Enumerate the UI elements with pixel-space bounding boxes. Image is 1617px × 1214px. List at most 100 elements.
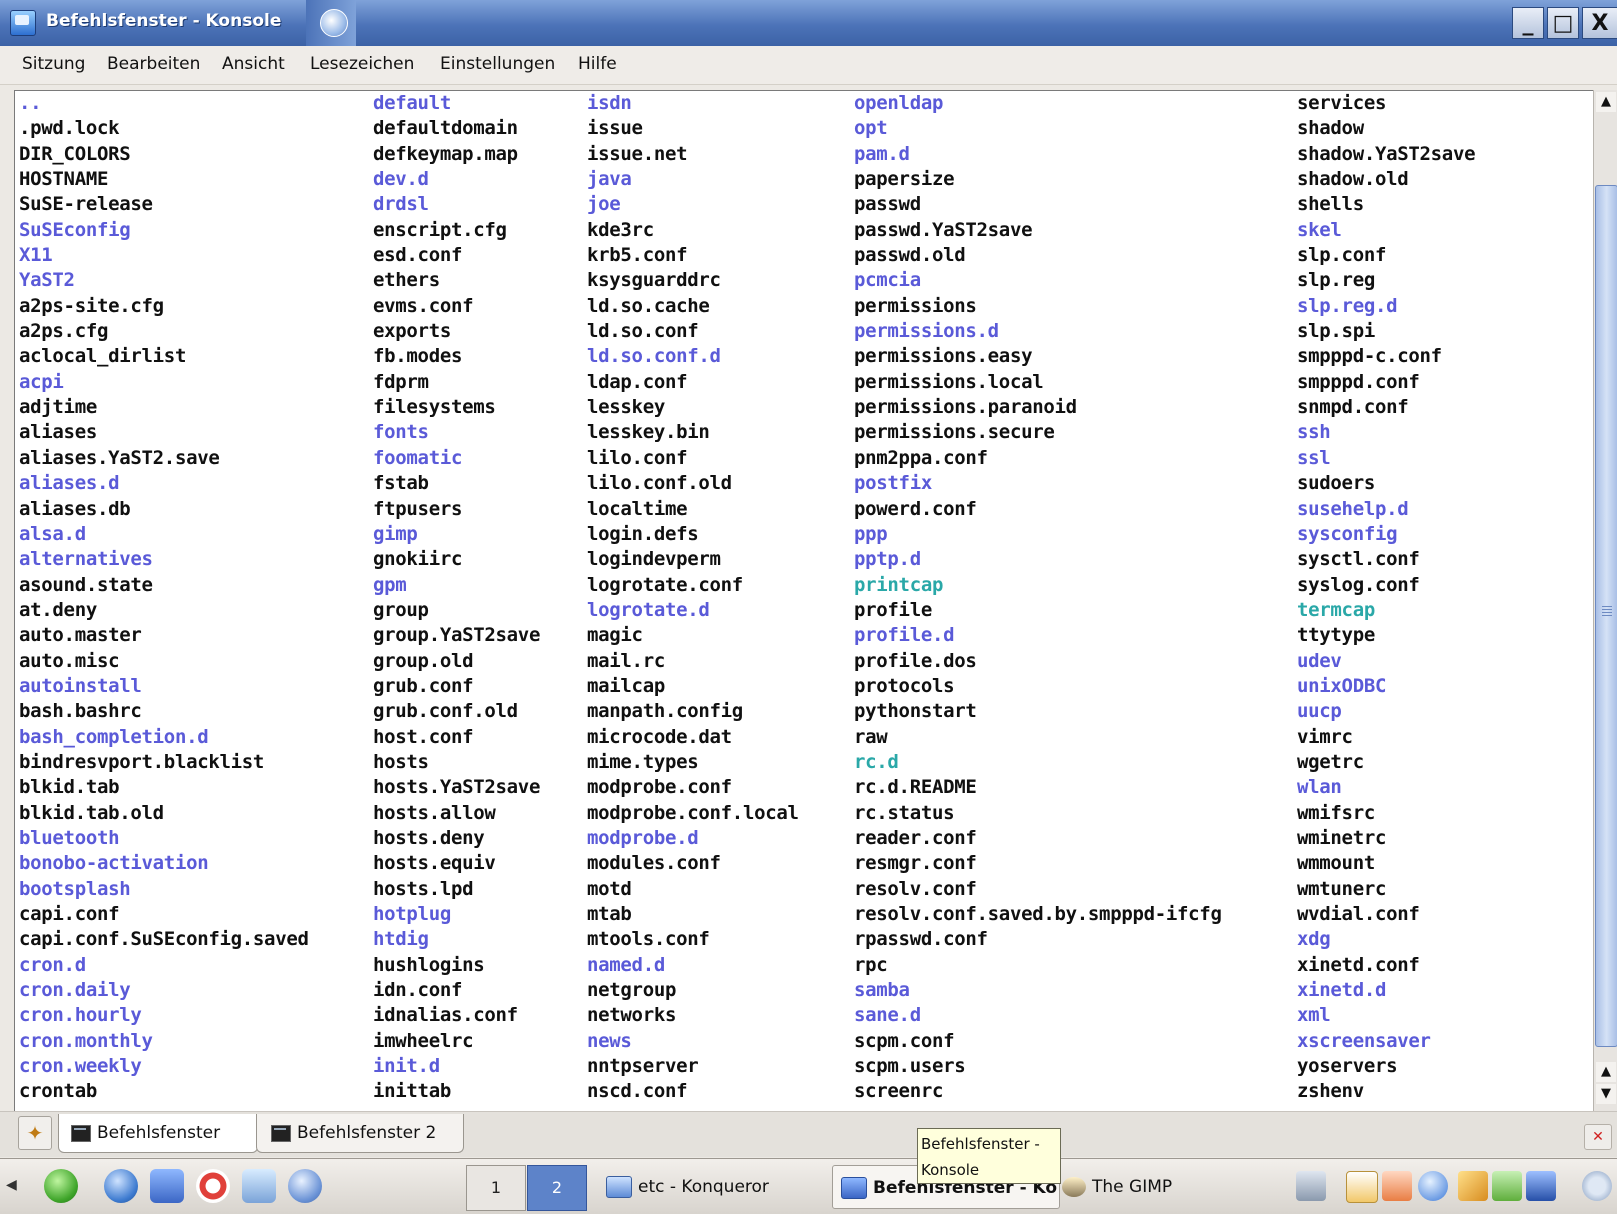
menu-sitzung[interactable]: Sitzung (22, 54, 85, 74)
file-entry: login.defs (587, 522, 699, 545)
file-entry: evms.conf (373, 294, 474, 317)
desktop-2-button[interactable]: 2 (527, 1165, 587, 1211)
file-entry: slp.reg (1297, 269, 1375, 292)
file-entry: pptp.d (854, 548, 921, 571)
file-entry: mtab (587, 903, 632, 925)
file-entry: xml (1297, 1004, 1331, 1027)
file-entry: ssl (1297, 446, 1331, 469)
file-entry: samba (854, 979, 910, 1002)
plug-tray-icon[interactable] (1458, 1171, 1488, 1201)
file-entry: bash.bashrc (19, 700, 142, 723)
home-folder-icon[interactable] (104, 1169, 138, 1203)
minimize-button[interactable]: _ (1512, 7, 1544, 39)
file-entry: auto.master (19, 624, 142, 647)
terminal-output[interactable]: .. .pwd.lock DIR_COLORS HOSTNAME SuSE-releas… (14, 90, 1594, 1112)
clipboard-tray-icon[interactable] (1296, 1171, 1326, 1201)
file-entry: rc.status (854, 801, 955, 824)
scroll-up-arrow-icon[interactable]: ▲ (1596, 92, 1616, 112)
file-entry: uucp (1297, 700, 1342, 723)
file-entry: hosts.lpd (373, 877, 474, 900)
file-entry: scpm.users (854, 1055, 966, 1078)
scroll-up-arrow-lower-icon[interactable]: ▲ (1596, 1062, 1616, 1082)
file-entry: grub.conf (373, 674, 474, 697)
terminal-scrollbar[interactable]: ▲ ▲ ▼ (1593, 90, 1617, 1111)
file-entry: foomatic (373, 446, 463, 469)
file-entry: xdg (1297, 928, 1331, 951)
tab-befehlsfenster[interactable]: Befehlsfenster (58, 1114, 258, 1153)
file-entry: logindevperm (587, 548, 721, 571)
monitor-tray-icon[interactable] (1492, 1171, 1522, 1201)
menu-bearbeiten[interactable]: Bearbeiten (107, 54, 200, 74)
file-entry: profile (854, 598, 932, 621)
help-icon[interactable] (196, 1169, 230, 1203)
file-entry: cron.hourly (19, 1004, 142, 1027)
file-entry: sysconfig (1297, 522, 1398, 545)
konqueror-icon[interactable] (288, 1169, 322, 1203)
scrollbar-thumb[interactable] (1595, 185, 1617, 1047)
file-entry: htdig (373, 928, 429, 951)
file-entry: xinetd.d (1297, 979, 1387, 1002)
file-entry: motd (587, 877, 632, 900)
file-entry: alternatives (19, 548, 153, 571)
file-entry: ssh (1297, 421, 1331, 444)
file-entry: xinetd.conf (1297, 953, 1420, 976)
task-label: The GIMP (1092, 1177, 1173, 1197)
task-konqueror[interactable]: etc - Konqueror (606, 1165, 816, 1209)
file-entry: cron.monthly (19, 1029, 153, 1052)
menu-einstellungen[interactable]: Einstellungen (440, 54, 555, 74)
file-entry: hosts (373, 750, 429, 773)
file-entry: alsa.d (19, 522, 86, 545)
maximize-button[interactable]: □ (1547, 7, 1579, 39)
file-entry: esd.conf (373, 244, 463, 267)
file-entry: cron.daily (19, 979, 131, 1002)
file-entry: fstab (373, 472, 429, 495)
file-entry: termcap (1297, 598, 1375, 621)
file-entry: pcmcia (854, 269, 921, 292)
scroll-down-arrow-icon[interactable]: ▼ (1596, 1084, 1616, 1104)
tab-befehlsfenster-2[interactable]: Befehlsfenster 2 (256, 1114, 464, 1153)
file-entry: permissions.secure (854, 421, 1055, 444)
kmail-icon[interactable] (242, 1169, 276, 1203)
file-entry: rc.d (854, 750, 899, 773)
file-entry: openldap (854, 92, 944, 114)
file-entry: init.d (373, 1055, 440, 1078)
file-entry: passwd.old (854, 244, 966, 267)
file-entry: hosts.deny (373, 826, 485, 849)
konsole-launcher-icon[interactable] (150, 1169, 184, 1203)
menu-ansicht[interactable]: Ansicht (222, 54, 285, 74)
panel-hide-arrow-icon[interactable]: ◀ (6, 1177, 17, 1193)
file-entry: capi.conf.SuSEconfig.saved (19, 928, 309, 951)
file-entry: ld.so.conf (587, 320, 699, 343)
file-entry: auto.misc (19, 649, 120, 672)
file-entry: sysctl.conf (1297, 548, 1420, 571)
file-entry: at.deny (19, 598, 97, 621)
file-entry: gpm (373, 573, 407, 596)
korganizer-tray-icon[interactable] (1346, 1171, 1378, 1203)
menu-hilfe[interactable]: Hilfe (578, 54, 617, 74)
file-entry: slp.spi (1297, 320, 1375, 343)
close-session-button[interactable]: ✕ (1584, 1124, 1612, 1150)
close-window-button[interactable]: X (1582, 7, 1617, 39)
wave-tray-icon[interactable] (1526, 1171, 1556, 1201)
konsole-app-icon[interactable] (10, 10, 36, 36)
file-entry: exports (373, 320, 451, 343)
file-entry: gimp (373, 522, 418, 545)
file-entry: resolv.conf.saved.by.smpppd-ifcfg (854, 903, 1222, 925)
network-tray-icon[interactable] (1418, 1171, 1448, 1201)
updater-tray-icon[interactable] (1382, 1171, 1412, 1201)
file-entry: aliases.YaST2.save (19, 446, 220, 469)
file-entry: lesskey (587, 396, 665, 419)
file-entry: idn.conf (373, 979, 463, 1002)
file-entry: papersize (854, 168, 955, 191)
file-entry: ld.so.conf.d (587, 345, 721, 368)
task-gimp[interactable]: The GIMP (1062, 1165, 1252, 1209)
desktop-1-button[interactable]: 1 (466, 1165, 526, 1211)
clock-tray-icon[interactable] (1582, 1171, 1612, 1201)
window-titlebar[interactable]: Befehlsfenster - Konsole _ □ X (0, 0, 1617, 47)
file-entry: java (587, 168, 632, 191)
kde-menu-icon[interactable] (44, 1169, 78, 1203)
menu-lesezeichen[interactable]: Lesezeichen (310, 54, 414, 74)
new-session-button[interactable]: ✦ (18, 1116, 52, 1150)
file-entry: group (373, 598, 429, 621)
file-entry: bluetooth (19, 826, 120, 849)
